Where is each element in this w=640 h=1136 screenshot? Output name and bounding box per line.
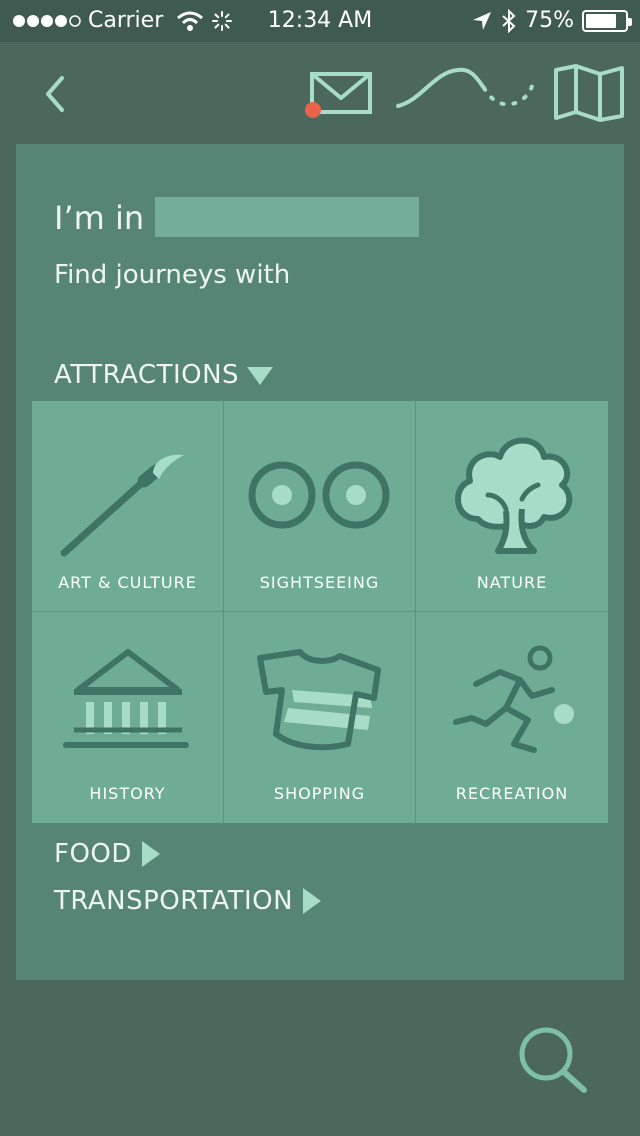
messages-button[interactable]: [302, 68, 376, 128]
triangle-down-icon: [247, 367, 274, 385]
location-input[interactable]: [155, 197, 419, 237]
category-label: HISTORY: [89, 784, 166, 803]
attractions-grid: ART & CULTURE SIGHTSEEING NATURE HISTORY…: [32, 401, 608, 823]
category-label: NATURE: [476, 573, 548, 592]
notification-dot: [305, 102, 321, 118]
status-left: Carrier: [12, 8, 233, 33]
chevron-left-icon: [46, 76, 64, 112]
carrier-name: Carrier: [88, 8, 164, 33]
bluetooth-icon: [502, 8, 516, 33]
triangle-right-icon: [303, 888, 322, 914]
battery-icon: [582, 9, 632, 32]
category-label: RECREATION: [455, 784, 569, 803]
category-label: SHOPPING: [273, 784, 366, 803]
folded-map-icon: [554, 64, 624, 122]
map-button[interactable]: [552, 62, 628, 126]
attractions-header: ATTRACTIONS: [54, 360, 240, 390]
category-shopping[interactable]: SHOPPING: [224, 612, 416, 823]
transportation-toggle[interactable]: TRANSPORTATION: [54, 886, 323, 916]
activity-spinner-icon: [212, 10, 233, 31]
back-button[interactable]: [40, 72, 72, 120]
route-button[interactable]: [392, 62, 538, 122]
category-art-culture[interactable]: ART & CULTURE: [32, 401, 224, 612]
category-label: ART & CULTURE: [58, 573, 197, 592]
transportation-header: TRANSPORTATION: [54, 886, 294, 916]
route-icon: [396, 67, 534, 108]
battery-fill: [586, 13, 616, 28]
wifi-icon: [177, 11, 204, 31]
status-right: 75%: [471, 8, 632, 33]
food-toggle[interactable]: FOOD: [54, 839, 162, 869]
category-recreation[interactable]: RECREATION: [416, 612, 608, 823]
search-button[interactable]: [516, 1024, 592, 1100]
status-bar: Carrier 12:34 AM 75%: [0, 0, 640, 42]
find-journeys-label: Find journeys with: [54, 260, 291, 290]
envelope-icon: [305, 72, 372, 118]
category-sightseeing[interactable]: SIGHTSEEING: [224, 401, 416, 612]
journey-finder-panel: I’m in Find journeys with ATTRACTIONS AR…: [16, 144, 624, 980]
nav-bar: [0, 42, 640, 142]
triangle-right-icon: [141, 841, 160, 867]
category-nature[interactable]: NATURE: [416, 401, 608, 612]
battery-percent: 75%: [525, 8, 574, 33]
category-history[interactable]: HISTORY: [32, 612, 224, 823]
signal-dots-icon: [13, 14, 81, 27]
search-icon: [519, 1027, 587, 1093]
im-in-label: I’m in: [54, 199, 145, 237]
category-label: SIGHTSEEING: [259, 573, 380, 592]
attractions-toggle[interactable]: ATTRACTIONS: [54, 360, 275, 390]
location-arrow-icon: [473, 11, 492, 30]
food-header: FOOD: [54, 839, 132, 869]
